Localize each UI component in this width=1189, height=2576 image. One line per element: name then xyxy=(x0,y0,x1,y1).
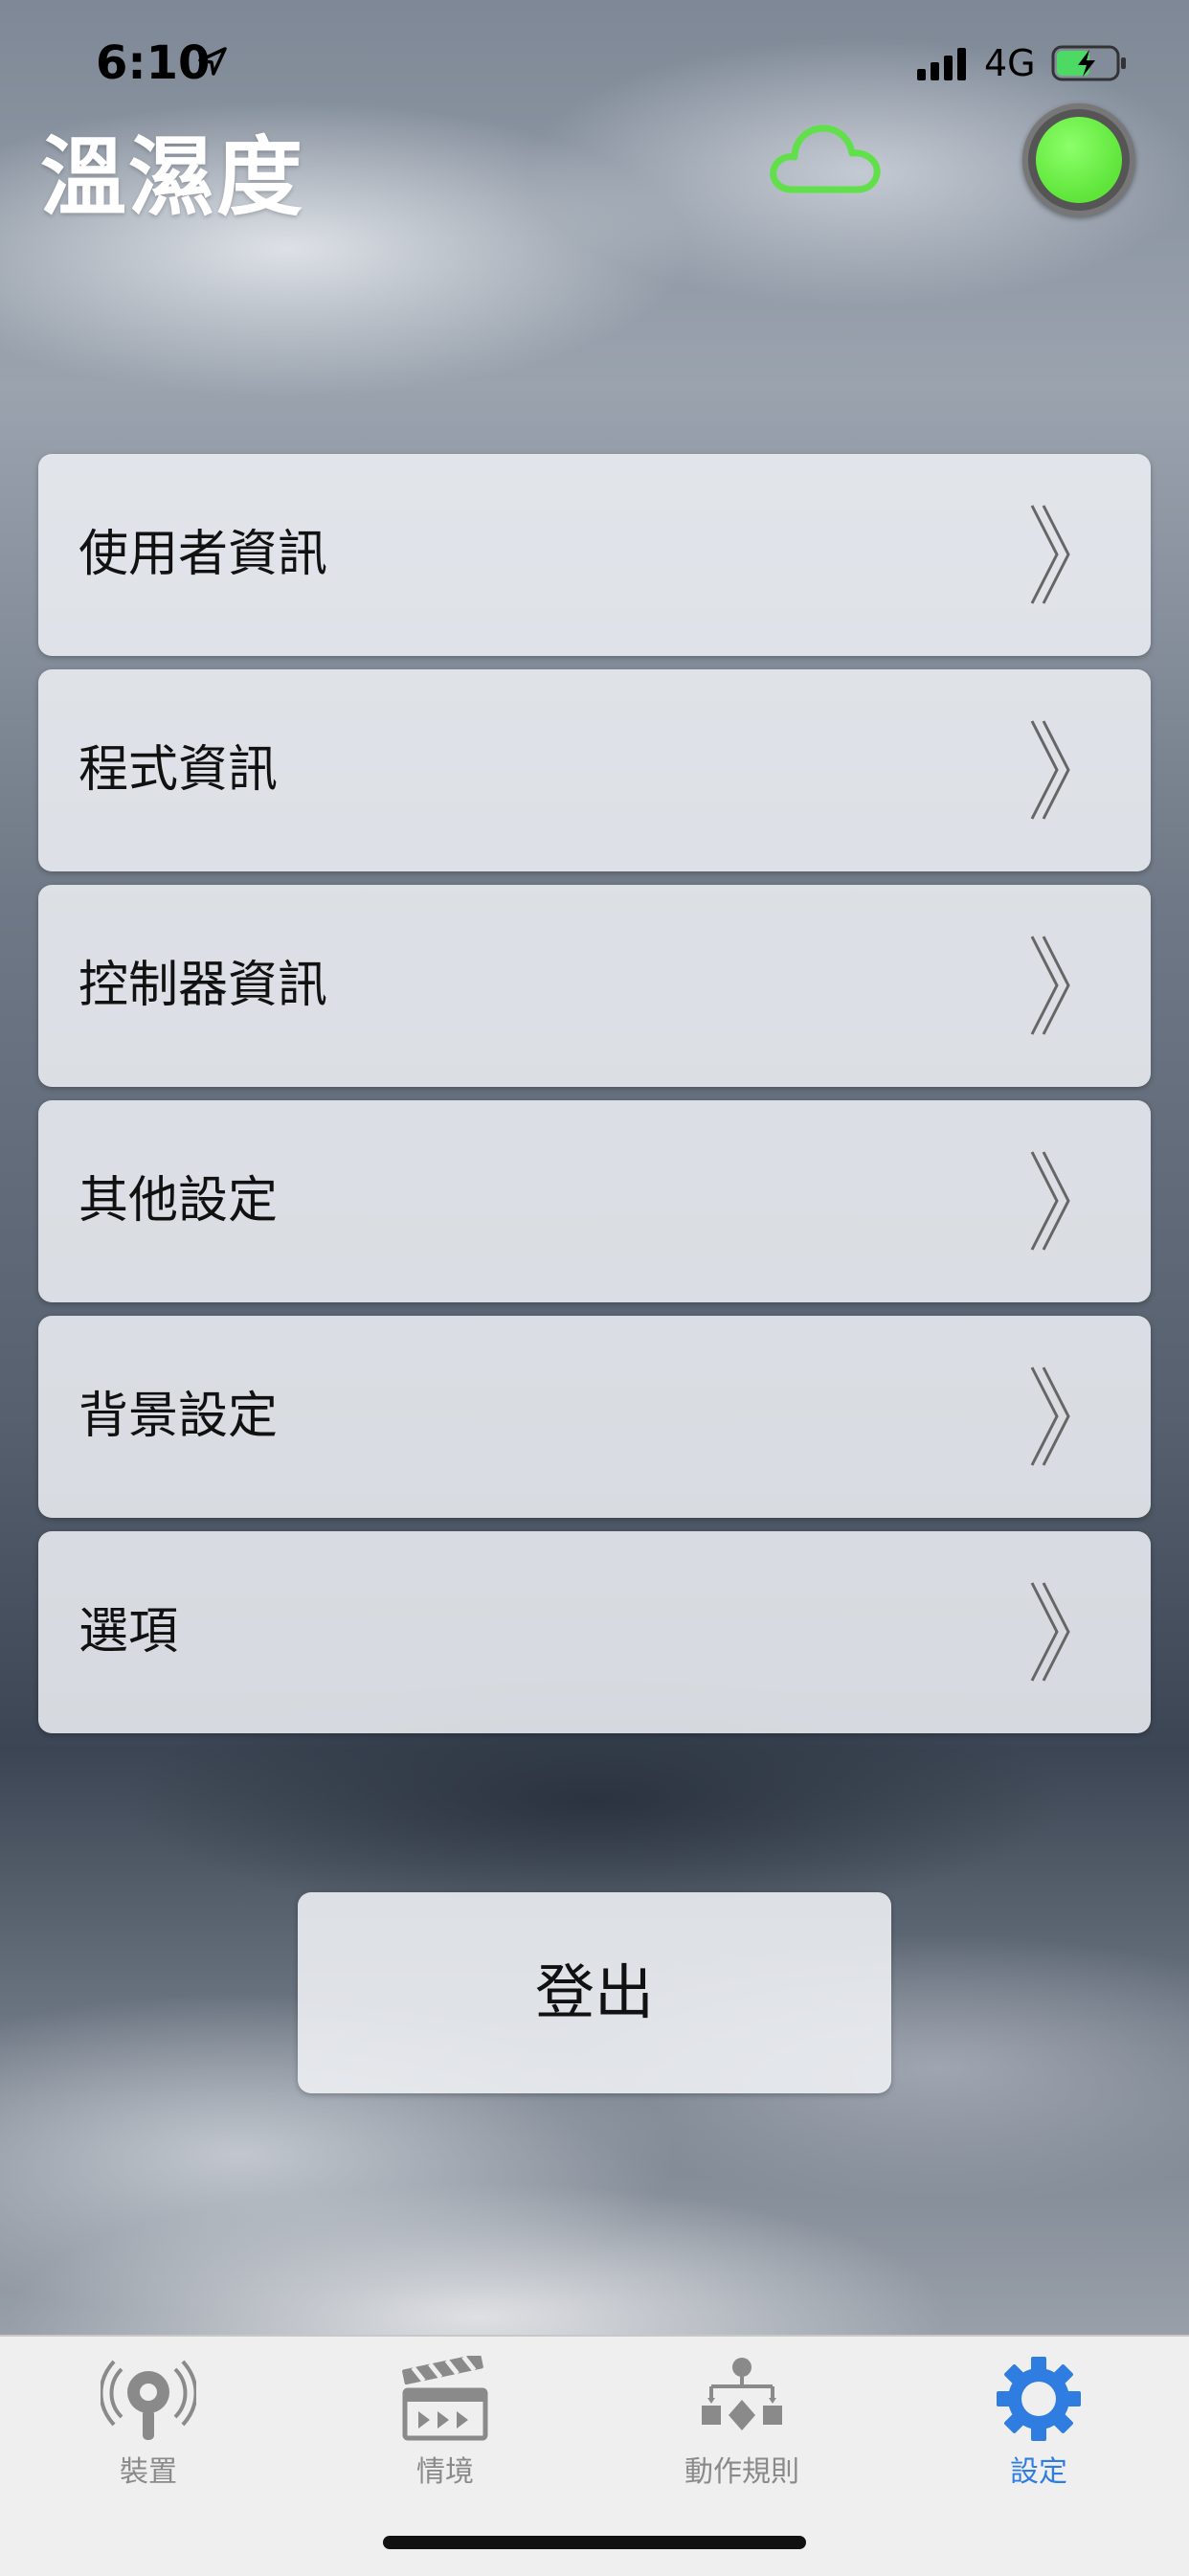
tab-label: 設定 xyxy=(1010,2455,1067,2489)
double-chevron-right-icon xyxy=(1030,505,1070,604)
logout-button[interactable]: 登出 xyxy=(298,1892,891,2093)
signal-icon xyxy=(917,48,966,80)
status-time: 6:10 xyxy=(96,36,211,90)
settings-menu: 使用者資訊 程式資訊 控制器資訊 其他設定 背景設定 選項 xyxy=(38,454,1151,1747)
page-title: 溫濕度 xyxy=(40,127,304,228)
tab-devices[interactable]: 裝置 xyxy=(0,2346,297,2490)
clapperboard-icon xyxy=(402,2356,488,2441)
status-light-green xyxy=(1036,117,1122,203)
flowchart-icon xyxy=(702,2358,782,2430)
menu-item-label: 選項 xyxy=(79,1603,179,1661)
menu-item-app-info[interactable]: 程式資訊 xyxy=(38,669,1151,871)
menu-item-label: 其他設定 xyxy=(79,1172,279,1230)
cloud-icon[interactable] xyxy=(766,119,885,197)
device-signal-icon xyxy=(101,2360,196,2440)
tab-label: 情境 xyxy=(416,2455,474,2489)
gear-icon xyxy=(997,2357,1081,2441)
home-indicator[interactable] xyxy=(383,2536,806,2549)
menu-item-label: 背景設定 xyxy=(79,1388,279,1445)
menu-item-other-settings[interactable]: 其他設定 xyxy=(38,1100,1151,1302)
tab-label: 裝置 xyxy=(120,2455,177,2489)
tab-scenes[interactable]: 情境 xyxy=(297,2346,594,2490)
menu-item-label: 使用者資訊 xyxy=(79,526,328,583)
battery-charging-icon xyxy=(1051,45,1126,81)
menu-item-label: 程式資訊 xyxy=(79,741,279,799)
tab-action-rules[interactable]: 動作規則 xyxy=(594,2346,890,2490)
menu-item-label: 控制器資訊 xyxy=(79,957,328,1014)
connection-status-indicator xyxy=(1022,103,1135,216)
double-chevron-right-icon xyxy=(1030,936,1070,1035)
menu-item-user-info[interactable]: 使用者資訊 xyxy=(38,454,1151,656)
double-chevron-right-icon xyxy=(1030,1151,1070,1251)
network-type: 4G xyxy=(984,42,1036,84)
tab-settings[interactable]: 設定 xyxy=(890,2346,1187,2490)
tab-label: 動作規則 xyxy=(684,2455,799,2489)
double-chevron-right-icon xyxy=(1030,1367,1070,1466)
location-arrow-icon xyxy=(198,47,227,76)
menu-item-background-settings[interactable]: 背景設定 xyxy=(38,1316,1151,1518)
menu-item-options[interactable]: 選項 xyxy=(38,1531,1151,1733)
double-chevron-right-icon xyxy=(1030,1582,1070,1682)
menu-item-controller-info[interactable]: 控制器資訊 xyxy=(38,885,1151,1087)
double-chevron-right-icon xyxy=(1030,720,1070,820)
